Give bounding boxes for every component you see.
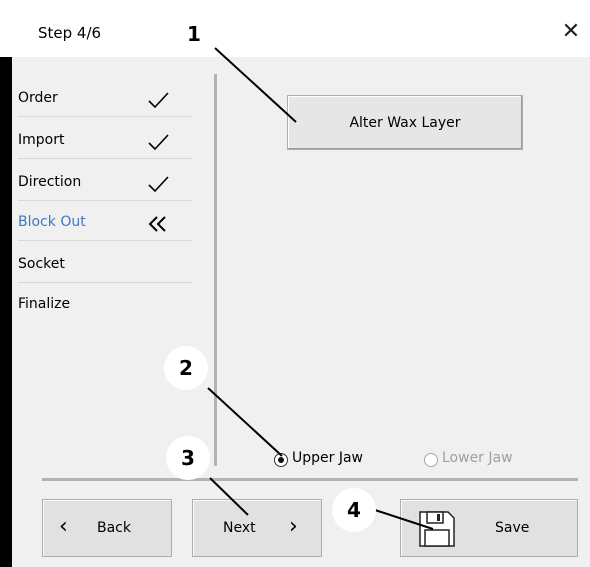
step-separator <box>18 282 192 283</box>
vertical-divider <box>214 74 217 466</box>
step-item-order: Order <box>18 90 192 128</box>
check-icon <box>148 92 169 109</box>
floppy-disk-icon <box>419 511 455 547</box>
step-separator <box>18 240 192 241</box>
callout-1: 1 <box>172 12 216 56</box>
footer-divider <box>42 478 578 481</box>
wizard-window: Step 4/6 ✕ Order Import Direction Block … <box>0 0 590 567</box>
close-icon[interactable]: ✕ <box>556 17 586 47</box>
back-label: Back <box>97 520 131 536</box>
step-item-import: Import <box>18 132 192 170</box>
callout-3: 3 <box>166 436 210 480</box>
step-label: Direction <box>18 174 82 190</box>
radio-selected-icon <box>274 453 288 467</box>
title-bar: Step 4/6 ✕ <box>0 0 590 57</box>
double-chevron-left-icon <box>148 216 166 232</box>
step-label: Finalize <box>18 296 71 312</box>
chevron-left-icon: ‹ <box>59 514 68 539</box>
save-button[interactable]: Save <box>400 499 578 557</box>
step-separator <box>18 158 192 159</box>
save-label: Save <box>495 520 530 536</box>
step-item-finalize: Finalize <box>18 296 192 334</box>
callout-4: 4 <box>332 488 376 532</box>
step-label: Socket <box>18 256 65 272</box>
lower-jaw-label: Lower Jaw <box>442 450 513 466</box>
next-label: Next <box>223 520 256 536</box>
callout-2: 2 <box>164 346 208 390</box>
check-icon <box>148 134 169 151</box>
alter-wax-layer-button[interactable]: Alter Wax Layer <box>287 95 523 150</box>
step-separator <box>18 116 192 117</box>
step-item-block-out: Block Out <box>18 214 192 252</box>
step-separator <box>18 200 192 201</box>
step-label: Order <box>18 90 58 106</box>
upper-jaw-label: Upper Jaw <box>292 450 363 466</box>
callout-1-leader <box>214 47 297 123</box>
callout-2-leader <box>207 387 283 457</box>
step-item-direction: Direction <box>18 174 192 212</box>
step-label: Block Out <box>18 214 86 230</box>
step-item-socket: Socket <box>18 256 192 294</box>
check-icon <box>148 176 169 193</box>
step-label: Import <box>18 132 65 148</box>
left-accent-bar <box>0 57 12 567</box>
chevron-right-icon: › <box>289 514 298 539</box>
back-button[interactable]: ‹ Back <box>42 499 172 557</box>
next-button[interactable]: Next › <box>192 499 322 557</box>
window-title: Step 4/6 <box>38 24 102 42</box>
radio-unselected-icon <box>424 453 438 467</box>
